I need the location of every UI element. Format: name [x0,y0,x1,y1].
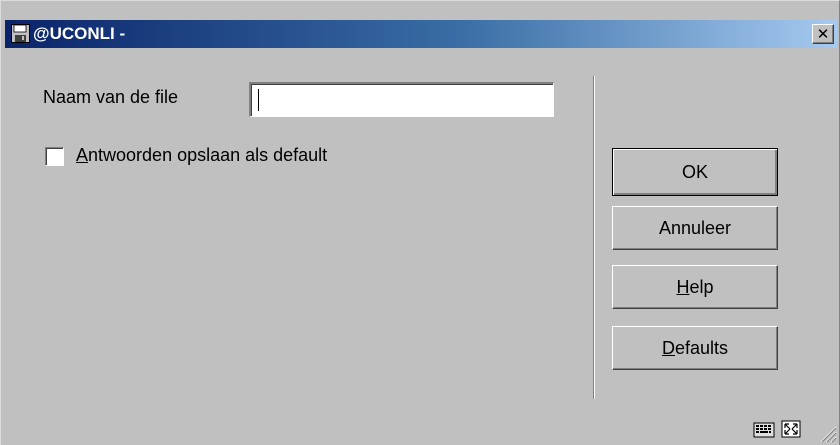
text-caret [258,89,259,111]
help-button[interactable]: Help [612,265,778,309]
cancel-button-label: Annuleer [658,218,732,238]
defaults-mnemonic: D [661,338,675,358]
save-defaults-mnemonic: A [76,145,89,165]
resize-arrows-icon[interactable] [780,419,802,439]
save-defaults-checkbox[interactable] [45,147,64,166]
close-icon: ✕ [816,25,830,43]
dialog-window: @UCONLI - ✕ Naam van de file Antwoorden … [0,0,840,445]
defaults-button[interactable]: Defaults [612,326,778,370]
title-bar[interactable]: @UCONLI - ✕ [5,20,837,48]
close-button[interactable]: ✕ [812,24,834,44]
ok-button-label: OK [681,162,708,182]
vertical-separator [593,76,595,399]
help-mnemonic: H [676,277,690,297]
filename-label: Naam van de file [43,87,179,107]
help-button-label: elp [689,277,714,297]
save-defaults-label-text: ntwoorden opslaan als default [88,145,328,165]
window-title: @UCONLI - [33,24,126,43]
filename-input[interactable] [249,82,554,117]
save-defaults-label[interactable]: Antwoorden opslaan als default [76,145,327,166]
defaults-button-label: efaults [674,338,729,358]
size-grip-icon[interactable] [817,423,837,443]
keyboard-icon[interactable] [753,419,775,439]
floppy-disk-icon [11,24,30,43]
ok-button[interactable]: OK [612,148,778,196]
cancel-button[interactable]: Annuleer [612,206,778,250]
